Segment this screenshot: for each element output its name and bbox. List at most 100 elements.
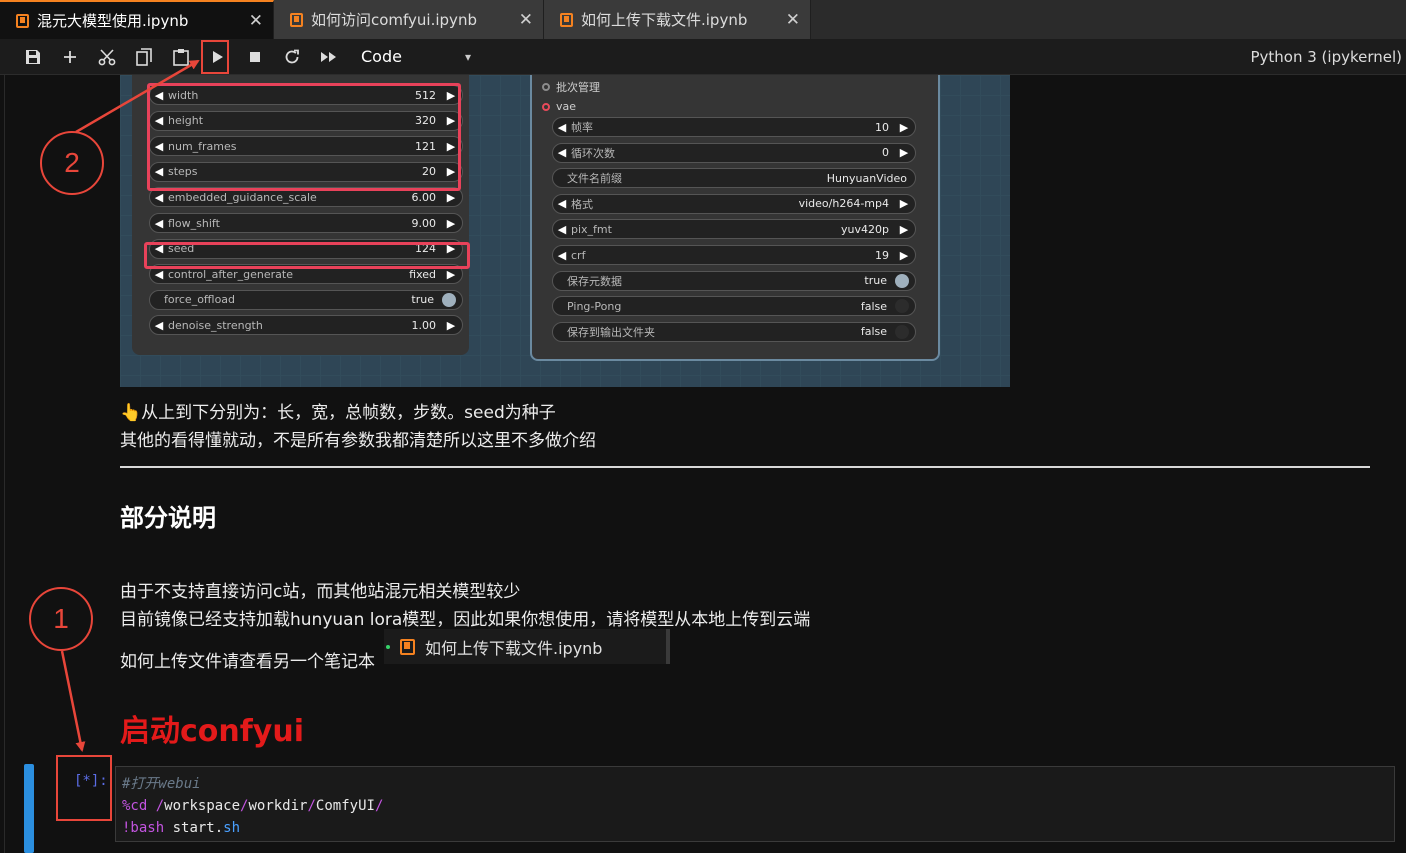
video-widget: 保存到输出文件夹 false (552, 321, 916, 342)
video-widget: 保存元数据 true (552, 270, 916, 291)
increment-arrow-icon: ▶ (899, 248, 909, 262)
cell-type-select[interactable]: Code ▾ (361, 47, 471, 66)
video-widget: 文件名前缀 HunyuanVideo (552, 168, 916, 189)
path-slash: / (307, 798, 316, 814)
tab-bar: 混元大模型使用.ipynb ✕ 如何访问comfyui.ipynb ✕ 如何上传… (0, 0, 1406, 39)
active-cell-indicator (24, 764, 34, 853)
insert-cell-button[interactable] (51, 42, 88, 72)
video-widget: ◀ pix_fmt yuv420p ▶ (552, 219, 916, 240)
decrement-arrow-icon: ◀ (557, 146, 567, 160)
toggle-knob-icon (895, 273, 909, 288)
widget-name: embedded_guidance_scale (168, 190, 317, 204)
annotation-marker-1: 1 (29, 587, 93, 651)
increment-arrow-icon: ▶ (446, 216, 456, 230)
widget-value: 6.00 (411, 190, 437, 204)
widget-name: 文件名前缀 (567, 172, 622, 186)
widget-force-offload: force_offload true (149, 289, 463, 310)
clipboard-icon (172, 48, 189, 66)
widget-value: 19 (875, 248, 889, 262)
widget-name: control_after_generate (168, 267, 293, 281)
output-dot-icon (542, 83, 550, 91)
comfyui-node-screenshot: sig_args ◀width512▶◀height320▶◀num_frame… (120, 75, 1010, 387)
tab-comfyui-access-notebook[interactable]: 如何访问comfyui.ipynb ✕ (274, 0, 544, 39)
run-all-button[interactable] (310, 42, 347, 72)
output-dot-icon (542, 102, 550, 111)
copy-icon (135, 47, 152, 66)
close-icon[interactable]: ✕ (501, 10, 533, 30)
video-widget: ◀ crf 19 ▶ (552, 245, 916, 265)
widget-denoise-strength: ◀ denoise_strength 1.00 ▶ (149, 315, 463, 336)
section-heading: 部分说明 (120, 504, 216, 532)
notebook-link-upload-download[interactable]: 如何上传下载文件.ipynb (384, 629, 670, 664)
increment-arrow-icon: ▶ (899, 197, 909, 211)
decrement-arrow-icon: ◀ (154, 190, 164, 204)
decrement-arrow-icon: ◀ (557, 120, 567, 134)
fast-forward-icon (320, 51, 336, 62)
arrow-to-cell-prompt (60, 650, 86, 752)
path-slash: / (374, 798, 384, 814)
save-button[interactable] (14, 42, 51, 72)
toggle-knob-icon (895, 299, 909, 314)
markdown-line: 目前镜像已经支持加载hunyuan lora模型，因此如果你想使用，请将模型从本… (120, 610, 811, 630)
widget-name: 帧率 (571, 121, 593, 134)
gutter-divider (4, 75, 5, 853)
toggle-knob-icon (442, 292, 456, 307)
notebook-icon (16, 13, 29, 28)
paste-cell-button[interactable] (162, 42, 199, 72)
close-icon[interactable]: ✕ (768, 10, 800, 30)
shell-args: start. (164, 820, 224, 836)
output-label: 批次管理 (556, 81, 600, 94)
widget-value: 9.00 (411, 216, 437, 230)
interrupt-kernel-button[interactable] (236, 42, 273, 72)
widget-value: video/h264-mp4 (798, 197, 889, 211)
path-slash: / (155, 798, 165, 814)
widget-name: flow_shift (168, 216, 220, 230)
tab-upload-download-notebook[interactable]: 如何上传下载文件.ipynb ✕ (544, 0, 811, 39)
markdown-line: 👆从上到下分别为：长，宽，总帧数，步数。seed为种子 (120, 403, 556, 423)
code-line-bash: !bash start.sh (122, 817, 1388, 839)
copy-cell-button[interactable] (125, 42, 162, 72)
increment-arrow-icon: ▶ (899, 120, 909, 134)
shell-command: !bash (122, 820, 165, 836)
video-widget: ◀ 循环次数 0 ▶ (552, 142, 916, 163)
decrement-arrow-icon: ◀ (557, 197, 567, 211)
video-widget: Ping-Pong false (552, 296, 916, 317)
notebook-link-label: 如何上传下载文件.ipynb (425, 638, 603, 658)
file-extension: sh (223, 820, 241, 836)
highlight-box-dimensions (147, 83, 461, 191)
tab-label: 如何访问comfyui.ipynb (311, 11, 477, 29)
refresh-icon (285, 49, 299, 63)
decrement-arrow-icon: ◀ (557, 248, 567, 262)
path-segment: ComfyUI (315, 798, 375, 814)
stop-icon (249, 51, 260, 62)
increment-arrow-icon: ▶ (446, 318, 456, 332)
widget-value: true (411, 293, 434, 307)
output-row: vae (542, 100, 576, 113)
save-icon (25, 49, 40, 64)
widget-value: fixed (409, 267, 436, 281)
code-cell-editor[interactable]: #打开webui %cd /workspace/workdir/ComfyUI/… (115, 766, 1395, 842)
widget-name: Ping-Pong (567, 299, 622, 313)
increment-arrow-icon: ▶ (446, 190, 456, 204)
close-icon[interactable]: ✕ (231, 11, 263, 31)
widget-name: 保存元数据 (567, 274, 622, 288)
annotation-box-cell-prompt (56, 755, 112, 821)
widget-flow-shift: ◀ flow_shift 9.00 ▶ (149, 213, 463, 233)
restart-kernel-button[interactable] (273, 42, 310, 72)
tab-hunyuan-notebook[interactable]: 混元大模型使用.ipynb ✕ (0, 0, 274, 39)
status-dot-icon (386, 644, 390, 649)
launch-heading: 启动confyui (120, 714, 304, 749)
output-label: vae (556, 100, 577, 113)
highlight-box-seed (144, 242, 470, 269)
cut-cell-button[interactable] (88, 42, 125, 72)
output-row: 批次管理 (542, 79, 600, 95)
increment-arrow-icon: ▶ (446, 267, 456, 281)
kernel-status[interactable]: Python 3 (ipykernel) (1250, 48, 1402, 66)
markdown-line: 由于不支持直接访问c站，而其他站混元相关模型较少 (120, 582, 521, 602)
decrement-arrow-icon: ◀ (154, 216, 164, 230)
widget-value: 0 (882, 146, 889, 160)
horizontal-rule (120, 466, 1370, 468)
notebook-icon (400, 638, 415, 655)
widget-value: false (860, 299, 887, 313)
